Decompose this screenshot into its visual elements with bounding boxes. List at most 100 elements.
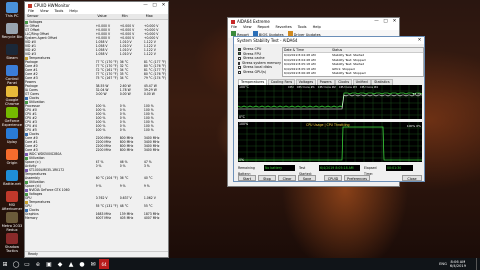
show-desktop-button[interactable] [476, 258, 480, 270]
taskbar-app-button[interactable]: ✉ [88, 259, 98, 269]
graph2-bottom-label: 0% [239, 158, 245, 162]
taskbar-app-button[interactable]: 64 [99, 259, 109, 269]
aida64-app-icon [231, 19, 235, 24]
stress-options: Stress CPU Stress FPU Stress cache Stress s… [238, 47, 281, 75]
taskbar-app-button[interactable]: ● [77, 259, 87, 269]
taskbar-app-button[interactable]: ▣ [44, 259, 54, 269]
app-icon [6, 233, 18, 244]
language-indicator[interactable]: ENG [439, 262, 447, 266]
desktop-icon-label: Steam [6, 56, 18, 60]
sensor-max: 4007 MHz [143, 216, 160, 220]
desktop-icon[interactable]: Uplay [1, 128, 23, 144]
system-tray: ENG 8:06 AM 6/4/2019 [439, 258, 466, 270]
menu-favorites[interactable]: Favorites [275, 25, 291, 30]
stress-option[interactable]: Stress GPU(s) [238, 70, 280, 75]
log-datetime: 6/4/2019 8:06:48 AM [284, 71, 316, 76]
desktop-icon-label: Google Chrome [4, 98, 20, 106]
app-icon [6, 23, 18, 34]
col-min[interactable]: Min [120, 14, 144, 19]
close-button[interactable]: Close [402, 175, 422, 181]
desktop-icon[interactable]: Origin [1, 149, 23, 165]
legend-entry[interactable]: CPU Core #3 [339, 85, 357, 89]
save-button[interactable]: Save [298, 175, 316, 181]
desktop-icon-label: Origin [6, 161, 18, 165]
log-row[interactable]: 6/4/2019 8:06:48 AM Stability Test: Stopp… [283, 71, 423, 75]
battery-label: Remaining Battery: [238, 166, 255, 176]
desktop-icon[interactable]: This PC [1, 2, 23, 18]
desktop-icon[interactable]: Battle.net [1, 170, 23, 186]
graph1-right-label: 77 79 [412, 92, 421, 96]
cpu-usage-graph: 100% 0% CPU Usage | CPU Throttling 100% … [238, 122, 422, 162]
taskbar-app-button[interactable]: ▲ [66, 259, 76, 269]
aida64-titlebar[interactable]: AIDA64 Extreme — □ ✕ [228, 18, 399, 25]
app-icon [6, 107, 18, 118]
col-max[interactable]: Max [144, 14, 168, 19]
graph1-top-label: 100°C [239, 85, 249, 89]
log-col-status[interactable]: Status [332, 48, 342, 52]
maximize-icon[interactable]: □ [150, 2, 159, 9]
col-value[interactable]: Value [95, 14, 119, 19]
checkbox-icon[interactable] [238, 52, 241, 56]
taskbar-app-button[interactable]: ◆ [55, 259, 65, 269]
taskbar-app-button[interactable]: e [33, 259, 43, 269]
close-icon[interactable]: ✕ [390, 18, 399, 25]
menu-view[interactable]: View [243, 25, 252, 30]
desktop-icon[interactable]: Recycle Bin [1, 23, 23, 39]
taskbar-app-button[interactable]: ▭ [22, 259, 32, 269]
temperature-plot [238, 85, 422, 119]
test-info-row: Remaining Battery: No battery Test Start… [238, 165, 422, 176]
desktop-icon[interactable]: Control Panel [1, 65, 23, 85]
stop-button[interactable]: Stop [258, 175, 276, 181]
legend-entry[interactable]: CPU Core #4 [360, 85, 378, 89]
hwmonitor-titlebar[interactable]: CPUID HWMonitor — □ ✕ [25, 2, 168, 9]
aida64-title: AIDA64 Extreme [237, 19, 270, 24]
desktop-icon[interactable]: Steam [1, 44, 23, 60]
checkbox-icon[interactable] [238, 66, 241, 70]
desktop-icon[interactable]: Metro 2033 Redux [1, 212, 23, 232]
graph2-title: CPU Usage | CPU Throttling [306, 123, 350, 127]
hwmonitor-app-icon [28, 3, 32, 8]
cpuid-button[interactable]: CPUID [324, 175, 342, 181]
stability-title: System Stability Test - AIDA64 [237, 38, 298, 43]
elapsed-label: Elapsed Time: [364, 166, 377, 176]
app-icon [6, 149, 18, 160]
stability-titlebar[interactable]: System Stability Test - AIDA64 ✕ [234, 37, 424, 44]
desktop-icon[interactable]: GeForce Experience [1, 107, 23, 127]
start-button[interactable]: Start [238, 175, 256, 181]
stress-option-label: Stress GPU(s) [243, 69, 267, 74]
col-sensor[interactable]: Sensor [25, 14, 95, 19]
cpu-temperature-series [238, 92, 422, 108]
legend-entry[interactable]: CPU Core #1 [297, 85, 315, 89]
taskbar-app-button[interactable]: ◯ [11, 259, 21, 269]
menu-tools[interactable]: Tools [298, 25, 307, 30]
minimize-icon[interactable]: — [141, 2, 150, 9]
checkbox-icon[interactable] [238, 56, 241, 60]
battery-value: No battery [264, 165, 295, 171]
minimize-icon[interactable]: — [372, 18, 381, 25]
elapsed-value: 00:01:30 [386, 165, 413, 171]
log-col-datetime[interactable]: Date & Time [283, 48, 332, 52]
legend-entry[interactable]: CPU Core #2 [318, 85, 336, 89]
menu-help[interactable]: Help [313, 25, 321, 30]
preferences-button[interactable]: Preferences [344, 175, 370, 181]
clear-button[interactable]: Clear [278, 175, 296, 181]
app-icon [6, 191, 18, 202]
clock[interactable]: 8:06 AM 6/4/2019 [450, 260, 466, 269]
desktop-icon[interactable]: Google Chrome [1, 86, 23, 106]
desktop-icon[interactable]: Shadow Tactics [1, 233, 23, 253]
menu-report[interactable]: Report [258, 25, 270, 30]
menu-file[interactable]: File [231, 25, 237, 30]
start-button[interactable]: ⊞ [0, 259, 10, 269]
app-icon [6, 2, 18, 13]
checkbox-icon[interactable] [238, 47, 241, 51]
maximize-icon[interactable]: □ [381, 18, 390, 25]
close-icon[interactable]: ✕ [159, 2, 168, 9]
legend-entry[interactable]: CPU [288, 85, 294, 89]
desktop-icon[interactable]: MSI Afterburner [1, 191, 23, 211]
close-icon[interactable]: ✕ [415, 37, 424, 44]
sensor-row[interactable]: Memory 4007 MHz 405 MHz 4007 MHz [25, 216, 168, 220]
graph2-top-label: 100% [239, 122, 249, 126]
app-icon [6, 86, 18, 97]
checkbox-icon[interactable] [238, 70, 241, 74]
checkbox-icon[interactable] [238, 61, 240, 65]
